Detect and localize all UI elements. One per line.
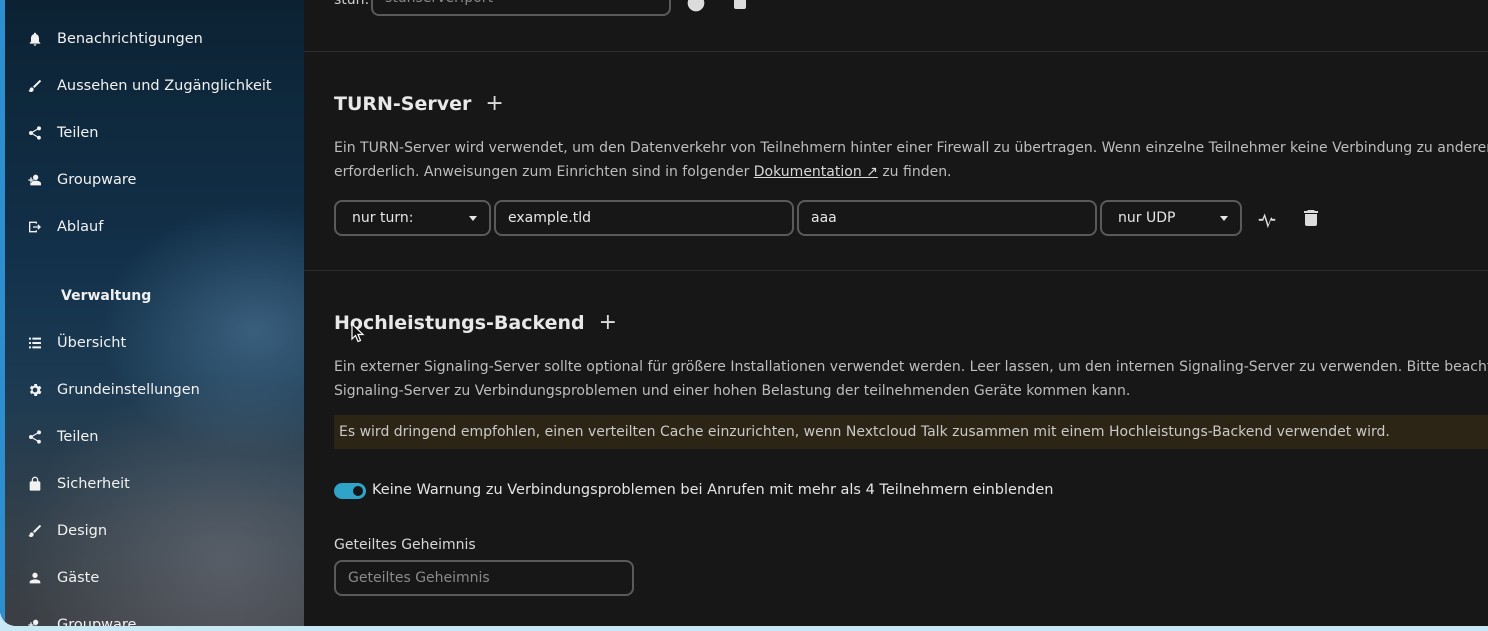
sidebar-item-label: Gäste <box>57 570 100 586</box>
cache-warning-note: Es wird dringend empfohlen, einen vertei… <box>334 415 1488 449</box>
turn-protocol-value: nur UDP <box>1118 210 1176 226</box>
documentation-link[interactable]: Dokumentation ↗ <box>754 164 878 180</box>
bell-icon <box>27 31 43 47</box>
gear-icon <box>27 382 43 398</box>
turn-server-input[interactable] <box>494 200 794 236</box>
sidebar-item-label: Benachrichtigungen <box>57 31 203 47</box>
paintbrush-icon <box>27 78 43 94</box>
lock-icon <box>27 476 43 492</box>
hide-warning-toggle-label[interactable]: Keine Warnung zu Verbindungsproblemen be… <box>372 482 1053 498</box>
sidebar-item-label: Groupware <box>57 172 137 188</box>
turn-protocol-select[interactable]: nur UDP <box>1100 200 1242 236</box>
chevron-down-icon <box>1220 216 1228 221</box>
list-icon <box>27 335 43 351</box>
sidebar-item-label: Teilen <box>57 429 99 445</box>
sidebar-item-label: Sicherheit <box>57 476 130 492</box>
turn-section-heading: TURN-Server + <box>334 93 504 116</box>
turn-description: Ein TURN-Server wird verwendet, um den D… <box>334 136 1488 184</box>
share-icon <box>27 125 43 141</box>
shared-secret-label: Geteiltes Geheimnis <box>334 537 476 553</box>
hide-warning-toggle[interactable] <box>334 483 366 499</box>
test-server-pulse-icon[interactable] <box>1256 207 1278 229</box>
flow-icon <box>27 219 43 235</box>
turn-description-line1: Ein TURN-Server wird verwendet, um den D… <box>334 140 1488 156</box>
turn-scheme-select[interactable]: nur turn: <box>334 200 491 236</box>
user-icon <box>27 570 43 586</box>
add-turn-server-button[interactable]: + <box>485 93 503 115</box>
sidebar-item-groupware[interactable]: Groupware <box>27 162 297 198</box>
stun-server-input[interactable] <box>371 0 671 16</box>
groupware-icon <box>27 172 43 188</box>
sidebar-item-ablauf[interactable]: Ablauf <box>27 209 297 245</box>
add-signaling-server-button[interactable]: + <box>599 312 617 334</box>
sidebar-item-uebersicht[interactable]: Übersicht <box>27 325 297 361</box>
share-icon <box>27 429 43 445</box>
sidebar-item-aussehen[interactable]: Aussehen und Zugänglichkeit <box>27 68 297 104</box>
sidebar-item-gaeste[interactable]: Gäste <box>27 560 297 596</box>
sidebar-item-admin-teilen[interactable]: Teilen <box>27 419 297 455</box>
sidebar-item-design[interactable]: Design <box>27 513 297 549</box>
app-window: Benachrichtigungen Aussehen und Zugängli… <box>0 0 1488 626</box>
sidebar-item-label: Design <box>57 523 108 539</box>
hpb-description-line2: Signaling-Server zu Verbindungsproblemen… <box>334 383 1131 399</box>
stun-label: stun: <box>334 0 370 8</box>
section-divider <box>304 51 1488 52</box>
hpb-title: Hochleistungs-Backend <box>334 312 585 334</box>
hpb-description-line1: Ein externer Signaling-Server sollte opt… <box>334 359 1488 375</box>
turn-scheme-value: nur turn: <box>352 210 414 226</box>
sidebar-item-sicherheit[interactable]: Sicherheit <box>27 466 297 502</box>
turn-secret-input[interactable] <box>797 200 1097 236</box>
chevron-down-icon <box>469 216 477 221</box>
sidebar-section-caption: Verwaltung <box>61 288 152 304</box>
delete-turn-server-icon[interactable] <box>1300 207 1322 229</box>
sidebar-item-admin-groupware[interactable]: Groupware <box>27 607 297 626</box>
sidebar-item-benachrichtigungen[interactable]: Benachrichtigungen <box>27 21 297 57</box>
stun-info-icon[interactable] <box>685 0 707 14</box>
stun-delete-icon[interactable] <box>729 0 751 12</box>
sidebar-item-label: Übersicht <box>57 335 127 351</box>
shared-secret-input[interactable] <box>334 560 634 596</box>
sidebar-item-grundeinstellungen[interactable]: Grundeinstellungen <box>27 372 297 408</box>
sidebar-item-label: Grundeinstellungen <box>57 382 200 398</box>
groupware-icon <box>27 617 43 626</box>
settings-sidebar: Benachrichtigungen Aussehen und Zugängli… <box>0 0 304 626</box>
paintbrush-icon <box>27 523 43 539</box>
sidebar-item-label: Ablauf <box>57 219 104 235</box>
settings-content: stun: TURN-Server + Ein TURN-Server wird… <box>304 0 1488 626</box>
turn-description-line2: erforderlich. Anweisungen zum Einrichten… <box>334 164 952 180</box>
mouse-cursor-icon <box>351 323 365 343</box>
sidebar-item-teilen[interactable]: Teilen <box>27 115 297 151</box>
sidebar-item-label: Teilen <box>57 125 99 141</box>
sidebar-item-label: Aussehen und Zugänglichkeit <box>57 78 272 94</box>
hpb-description: Ein externer Signaling-Server sollte opt… <box>334 355 1488 403</box>
sidebar-item-label: Groupware <box>57 617 137 626</box>
hpb-section-heading: Hochleistungs-Backend + <box>334 312 617 335</box>
turn-title: TURN-Server <box>334 93 472 115</box>
section-divider <box>304 270 1488 271</box>
